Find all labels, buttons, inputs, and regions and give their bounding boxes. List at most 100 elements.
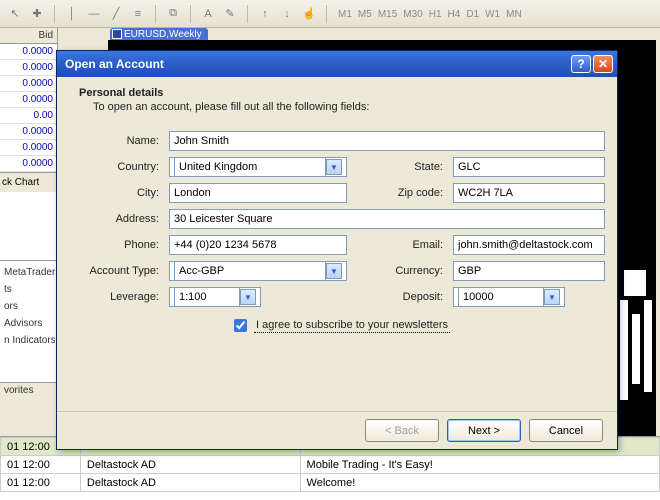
dialog-button-row: < Back Next > Cancel [57, 411, 617, 449]
dialog-heading: Personal details [79, 87, 599, 99]
main-toolbar: ↖ ✚ │ ― ╱ ≡ ⧉ A ✎ ↑ ↓ ☝ M1M5M15M30H1H4D1… [0, 0, 660, 28]
separator [247, 5, 248, 23]
chevron-down-icon[interactable]: ▼ [240, 289, 256, 305]
tab-favorites[interactable]: vorites [4, 385, 33, 396]
leverage-combo[interactable]: ▼ [169, 287, 261, 307]
text-icon[interactable]: A [199, 5, 217, 23]
separator [155, 5, 156, 23]
hline-icon[interactable]: ― [85, 5, 103, 23]
period-w1[interactable]: W1 [482, 9, 503, 20]
mail-cell: Welcome! [300, 474, 659, 492]
fibo-icon[interactable]: ⧉ [164, 5, 182, 23]
city-label: City: [79, 187, 161, 199]
period-buttons: M1M5M15M30H1H4D1W1MN [335, 8, 525, 20]
trendline-icon[interactable]: ╱ [107, 5, 125, 23]
leverage-field[interactable] [174, 287, 240, 307]
agree-checkbox[interactable] [234, 319, 247, 332]
account-type-combo[interactable]: ▼ [169, 261, 347, 281]
period-d1[interactable]: D1 [463, 9, 482, 20]
label-icon[interactable]: ✎ [221, 5, 239, 23]
city-field[interactable] [169, 183, 347, 203]
mail-row[interactable]: 01 12:00Deltastock ADWelcome! [1, 474, 660, 492]
dialog-title: Open an Account [65, 57, 569, 71]
mail-cell: 01 12:00 [1, 474, 81, 492]
cursor-icon[interactable]: ↖ [6, 5, 24, 23]
navigator-item[interactable]: Advisors [2, 315, 55, 332]
market-watch-cell[interactable]: 0.0000 [0, 156, 57, 172]
period-m30[interactable]: M30 [400, 9, 425, 20]
navigator-item[interactable]: ts [2, 281, 55, 298]
navigator-fragment: MetaTradertsorsAdvisorsn Indicators vori… [0, 260, 58, 400]
back-button: < Back [365, 419, 439, 442]
email-field[interactable] [453, 235, 605, 255]
market-watch-cell[interactable]: 0.00 [0, 108, 57, 124]
chart-tab-icon [112, 29, 122, 39]
tab-tick-chart[interactable]: ck Chart [2, 177, 39, 188]
address-label: Address: [79, 213, 161, 225]
chevron-down-icon[interactable]: ▼ [326, 159, 342, 175]
mail-cell: 01 12:00 [1, 456, 81, 474]
next-button[interactable]: Next > [447, 419, 521, 442]
mail-row[interactable]: 01 12:00Deltastock ADMobile Trading - It… [1, 456, 660, 474]
agree-label[interactable]: I agree to subscribe to your newsletters [254, 318, 450, 333]
currency-field[interactable] [453, 261, 605, 281]
state-label: State: [355, 161, 445, 173]
navigator-item[interactable]: ors [2, 298, 55, 315]
email-label: Email: [355, 239, 445, 251]
navigator-item[interactable]: MetaTrader [2, 264, 55, 281]
currency-label: Currency: [355, 265, 445, 277]
crosshair-icon[interactable]: ✚ [28, 5, 46, 23]
arrow-up-icon[interactable]: ↑ [256, 5, 274, 23]
country-field[interactable] [174, 157, 326, 177]
country-label: Country: [79, 161, 161, 173]
market-watch-cell[interactable]: 0.0000 [0, 76, 57, 92]
account-type-field[interactable] [174, 261, 326, 281]
dialog-titlebar[interactable]: Open an Account ? ✕ [57, 51, 617, 77]
period-m15[interactable]: M15 [375, 9, 400, 20]
address-field[interactable] [169, 209, 605, 229]
country-combo[interactable]: ▼ [169, 157, 347, 177]
market-watch-cell[interactable]: 0.0000 [0, 92, 57, 108]
chevron-down-icon[interactable]: ▼ [326, 263, 342, 279]
mail-cell: Deltastock AD [80, 474, 300, 492]
deposit-field[interactable] [458, 287, 544, 307]
name-field[interactable] [169, 131, 605, 151]
navigator-tabbar[interactable]: vorites [0, 382, 58, 400]
period-mn[interactable]: MN [503, 9, 525, 20]
period-h1[interactable]: H1 [426, 9, 445, 20]
vline-icon[interactable]: │ [63, 5, 81, 23]
market-watch-cell[interactable]: 0.0000 [0, 44, 57, 60]
thumb-icon[interactable]: ☝ [300, 5, 318, 23]
phone-label: Phone: [79, 239, 161, 251]
market-watch-tabbar[interactable]: ck Chart [0, 172, 57, 192]
period-h4[interactable]: H4 [445, 9, 464, 20]
close-button[interactable]: ✕ [593, 55, 613, 73]
channel-icon[interactable]: ≡ [129, 5, 147, 23]
market-watch-cell[interactable]: 0.0000 [0, 124, 57, 140]
help-button[interactable]: ? [571, 55, 591, 73]
market-watch-cell[interactable]: 0.0000 [0, 140, 57, 156]
dialog-subheading: To open an account, please fill out all … [79, 101, 599, 113]
chart-tab-label: EURUSD,Weekly [124, 29, 202, 40]
cancel-button[interactable]: Cancel [529, 419, 603, 442]
arrow-down-icon[interactable]: ↓ [278, 5, 296, 23]
market-watch-header: Bid [0, 28, 57, 44]
state-field[interactable] [453, 157, 605, 177]
phone-field[interactable] [169, 235, 347, 255]
deposit-label: Deposit: [355, 291, 445, 303]
market-watch-cell[interactable]: 0.0000 [0, 60, 57, 76]
deposit-combo[interactable]: ▼ [453, 287, 565, 307]
period-m1[interactable]: M1 [335, 9, 355, 20]
separator [54, 5, 55, 23]
market-watch-fragment: Bid 0.00000.00000.00000.00000.000.00000.… [0, 28, 58, 278]
navigator-item[interactable]: n Indicators [2, 332, 55, 349]
chevron-down-icon[interactable]: ▼ [544, 289, 560, 305]
mail-cell: Deltastock AD [80, 456, 300, 474]
period-m5[interactable]: M5 [355, 9, 375, 20]
separator [326, 5, 327, 23]
leverage-label: Leverage: [79, 291, 161, 303]
account-type-label: Account Type: [79, 265, 161, 277]
open-account-dialog: Open an Account ? ✕ Personal details To … [56, 50, 618, 450]
zip-field[interactable] [453, 183, 605, 203]
separator [190, 5, 191, 23]
